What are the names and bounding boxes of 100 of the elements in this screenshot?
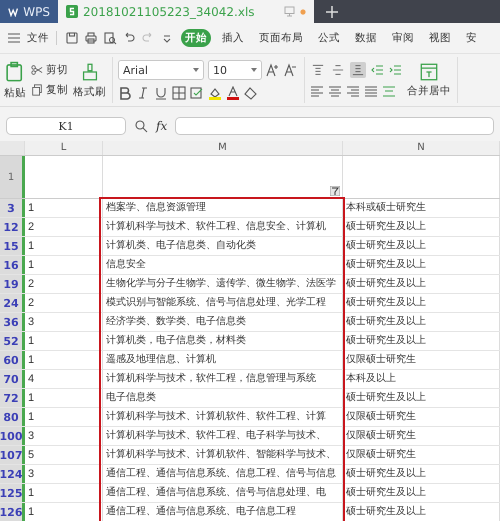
column-header[interactable]: N bbox=[343, 141, 500, 155]
table-cell: 2 bbox=[25, 294, 103, 312]
shrink-font-icon[interactable] bbox=[284, 63, 298, 77]
function-label[interactable]: fx bbox=[156, 119, 168, 133]
distributed-icon[interactable] bbox=[382, 84, 396, 98]
ribbon-tab[interactable]: 页面布局 bbox=[255, 29, 307, 47]
ribbon-tab[interactable]: 数据 bbox=[351, 29, 381, 47]
row-header[interactable]: 107 bbox=[0, 446, 25, 464]
table-cell: 4 bbox=[25, 370, 103, 388]
format-painter-button[interactable]: 格式刷 bbox=[73, 62, 106, 98]
table-cell: 本科或硕士研究生 bbox=[343, 199, 500, 217]
fill-color-icon[interactable] bbox=[208, 86, 222, 100]
row-header[interactable]: 16 bbox=[0, 256, 25, 274]
table-cell: 生物化学与分子生物学、遗传学、微生物学、法医学 bbox=[103, 275, 343, 293]
row-header[interactable]: 80 bbox=[0, 408, 25, 426]
table-cell: 3 bbox=[25, 313, 103, 331]
dropdown-caret-icon[interactable] bbox=[251, 68, 257, 72]
increase-indent-icon[interactable] bbox=[388, 63, 402, 77]
font-size-field[interactable]: 10 bbox=[208, 60, 262, 80]
table-cell: 档案学、信息资源管理 bbox=[103, 199, 343, 217]
menu-icon[interactable] bbox=[8, 33, 20, 43]
table-cell: 计算机科学与技术、计算机软件、智能科学与技术、 bbox=[103, 446, 343, 464]
table-cell: 5 bbox=[25, 446, 103, 464]
cut-button[interactable]: 剪切 bbox=[31, 63, 68, 77]
ribbon-tab[interactable]: 安 bbox=[462, 29, 481, 47]
align-bottom-button[interactable] bbox=[350, 62, 366, 78]
row-header[interactable]: 52 bbox=[0, 332, 25, 350]
table-cell: 信息安全 bbox=[103, 256, 343, 274]
table-cell: 3 bbox=[25, 465, 103, 483]
scissors-icon bbox=[31, 64, 43, 76]
table-cell: 硕士研究生及以上 bbox=[343, 503, 500, 521]
column-header[interactable]: M bbox=[103, 141, 343, 155]
align-top-icon bbox=[312, 64, 324, 76]
row-header[interactable]: 36 bbox=[0, 313, 25, 331]
conditional-format-icon[interactable] bbox=[190, 86, 204, 100]
row-header[interactable]: 19 bbox=[0, 275, 25, 293]
font-field[interactable]: Arial bbox=[118, 60, 204, 80]
copy-icon bbox=[31, 84, 43, 96]
copy-button[interactable]: 复制 bbox=[31, 83, 68, 97]
table-cell: 硕士研究生及以上 bbox=[343, 313, 500, 331]
print-preview-icon[interactable] bbox=[103, 31, 117, 45]
table-cell: 经济学类、数学类、电子信息类 bbox=[103, 313, 343, 331]
table-cell: 计算机科学与技术、软件工程、电子科学与技术、 bbox=[103, 427, 343, 445]
ribbon-tab[interactable]: 公式 bbox=[314, 29, 344, 47]
ribbon-tab[interactable]: 开始 bbox=[181, 29, 211, 47]
decrease-indent-icon[interactable] bbox=[370, 63, 384, 77]
table-cell: 通信工程、通信与信息系统、信息工程、信号与信息 bbox=[103, 465, 343, 483]
merge-center-button[interactable]: 合并居中 bbox=[407, 62, 451, 98]
row-header[interactable]: 70 bbox=[0, 370, 25, 388]
save-icon[interactable] bbox=[65, 31, 79, 45]
borders-icon[interactable] bbox=[172, 86, 186, 100]
font-color-icon[interactable] bbox=[226, 86, 240, 100]
wps-logo-icon bbox=[8, 6, 18, 16]
zoom-icon[interactable] bbox=[134, 119, 148, 133]
table-cell: 计算机科学与技术、软件工程、信息安全、计算机 bbox=[103, 218, 343, 236]
print-icon[interactable] bbox=[84, 31, 98, 45]
row-header[interactable]: 72 bbox=[0, 389, 25, 407]
row-header[interactable]: 60 bbox=[0, 351, 25, 369]
row-header[interactable]: 12 bbox=[0, 218, 25, 236]
row-header[interactable]: 24 bbox=[0, 294, 25, 312]
file-menu[interactable]: 文件 bbox=[27, 31, 49, 45]
table-cell: 计算机科学与技术、计算机软件、软件工程、计算 bbox=[103, 408, 343, 426]
align-left-icon[interactable] bbox=[310, 84, 324, 98]
grow-font-icon[interactable] bbox=[266, 63, 280, 77]
align-middle-icon bbox=[332, 64, 344, 76]
table-cell: 硕士研究生及以上 bbox=[343, 389, 500, 407]
paste-button[interactable]: 粘贴 bbox=[4, 60, 26, 100]
align-right-icon[interactable] bbox=[346, 84, 360, 98]
row-header[interactable]: 125 bbox=[0, 484, 25, 502]
justify-icon[interactable] bbox=[364, 84, 378, 98]
align-center-icon[interactable] bbox=[328, 84, 342, 98]
eraser-icon[interactable] bbox=[244, 86, 258, 100]
brush-icon bbox=[80, 62, 98, 82]
row-header[interactable]: 3 bbox=[0, 199, 25, 217]
app-tab[interactable]: WPS bbox=[0, 0, 58, 23]
table-cell: 硕士研究生及以上 bbox=[343, 294, 500, 312]
formula-input[interactable] bbox=[175, 117, 494, 135]
table-cell: 通信工程、通信与信息系统、电子信息工程 bbox=[103, 503, 343, 521]
italic-icon[interactable] bbox=[136, 86, 150, 100]
table-cell: 计算机科学与技术，软件工程，信息管理与系统 bbox=[103, 370, 343, 388]
ribbon-tab[interactable]: 插入 bbox=[218, 29, 248, 47]
bold-icon[interactable] bbox=[118, 86, 132, 100]
row-header[interactable]: 126 bbox=[0, 503, 25, 521]
table-cell: 仅限硕士研究生 bbox=[343, 427, 500, 445]
row-header[interactable]: 1 bbox=[0, 156, 25, 198]
table-cell: 硕士研究生及以上 bbox=[343, 465, 500, 483]
row-header[interactable]: 15 bbox=[0, 237, 25, 255]
row-header[interactable]: 124 bbox=[0, 465, 25, 483]
ribbon-tab[interactable]: 审阅 bbox=[388, 29, 418, 47]
table-cell: 电子信息类 bbox=[103, 389, 343, 407]
filter-icon[interactable] bbox=[330, 186, 340, 196]
new-tab-icon[interactable] bbox=[326, 6, 338, 18]
table-cell: 1 bbox=[25, 351, 103, 369]
column-header[interactable]: L bbox=[25, 141, 103, 155]
table-cell: 1 bbox=[25, 256, 103, 274]
dropdown-caret-icon[interactable] bbox=[193, 68, 199, 72]
ribbon-tab[interactable]: 视图 bbox=[425, 29, 455, 47]
name-box[interactable]: K1 bbox=[6, 117, 126, 135]
row-header[interactable]: 100 bbox=[0, 427, 25, 445]
underline-icon[interactable] bbox=[154, 86, 168, 100]
